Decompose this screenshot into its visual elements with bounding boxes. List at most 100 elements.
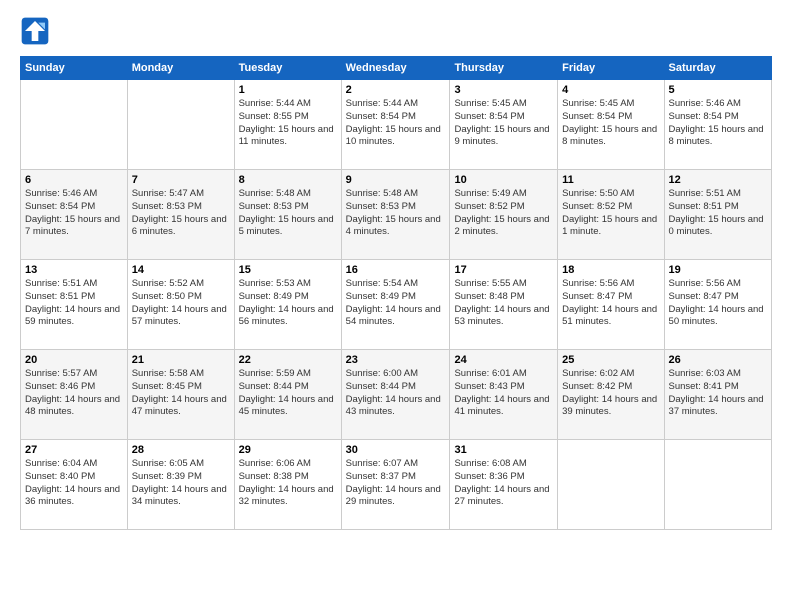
week-row-4: 20 Sunrise: 5:57 AMSunset: 8:46 PMDayligh… (21, 350, 772, 440)
header-day-friday: Friday (558, 57, 664, 80)
day-info: Sunrise: 5:52 AMSunset: 8:50 PMDaylight:… (132, 278, 230, 329)
day-cell: 3 Sunrise: 5:45 AMSunset: 8:54 PMDaylight… (450, 80, 558, 170)
day-info: Sunrise: 5:49 AMSunset: 8:52 PMDaylight:… (454, 188, 553, 239)
day-cell: 13Sunrise: 5:51 AMSunset: 8:51 PMDayligh… (21, 260, 128, 350)
week-row-3: 13Sunrise: 5:51 AMSunset: 8:51 PMDayligh… (21, 260, 772, 350)
day-number: 8 (239, 174, 337, 186)
day-info: Sunrise: 5:47 AMSunset: 8:53 PMDaylight:… (132, 188, 230, 239)
day-cell: 16Sunrise: 5:54 AMSunset: 8:49 PMDayligh… (341, 260, 450, 350)
day-cell: 28Sunrise: 6:05 AMSunset: 8:39 PMDayligh… (127, 440, 234, 530)
day-info: Sunrise: 5:46 AMSunset: 8:54 PMDaylight:… (669, 98, 767, 149)
day-info: Sunrise: 5:58 AMSunset: 8:45 PMDaylight:… (132, 368, 230, 419)
day-cell: 31 Sunrise: 6:08 AMSunset: 8:36 PMDayligh… (450, 440, 558, 530)
day-cell: 11Sunrise: 5:50 AMSunset: 8:52 PMDayligh… (558, 170, 664, 260)
day-number: 30 (346, 444, 446, 456)
header-day-monday: Monday (127, 57, 234, 80)
day-cell: 15 Sunrise: 5:53 AMSunset: 8:49 PMDayligh… (234, 260, 341, 350)
logo-icon (20, 16, 50, 46)
day-cell: 23Sunrise: 6:00 AMSunset: 8:44 PMDayligh… (341, 350, 450, 440)
day-cell: 7 Sunrise: 5:47 AMSunset: 8:53 PMDaylight… (127, 170, 234, 260)
day-number: 15 (239, 264, 337, 276)
day-cell: 18Sunrise: 5:56 AMSunset: 8:47 PMDayligh… (558, 260, 664, 350)
day-info: Sunrise: 6:04 AMSunset: 8:40 PMDaylight:… (25, 458, 123, 509)
header-day-wednesday: Wednesday (341, 57, 450, 80)
day-cell: 20 Sunrise: 5:57 AMSunset: 8:46 PMDayligh… (21, 350, 128, 440)
day-info: Sunrise: 6:07 AMSunset: 8:37 PMDaylight:… (346, 458, 446, 509)
day-number: 19 (669, 264, 767, 276)
day-cell: 9 Sunrise: 5:48 AMSunset: 8:53 PMDaylight… (341, 170, 450, 260)
day-info: Sunrise: 5:57 AMSunset: 8:46 PMDaylight:… (25, 368, 123, 419)
day-cell: 24 Sunrise: 6:01 AMSunset: 8:43 PMDayligh… (450, 350, 558, 440)
day-cell: 29 Sunrise: 6:06 AMSunset: 8:38 PMDayligh… (234, 440, 341, 530)
day-cell: 5Sunrise: 5:46 AMSunset: 8:54 PMDaylight… (664, 80, 771, 170)
day-cell: 17 Sunrise: 5:55 AMSunset: 8:48 PMDayligh… (450, 260, 558, 350)
week-row-5: 27 Sunrise: 6:04 AMSunset: 8:40 PMDayligh… (21, 440, 772, 530)
day-info: Sunrise: 5:56 AMSunset: 8:47 PMDaylight:… (669, 278, 767, 329)
day-number: 9 (346, 174, 446, 186)
calendar-table: SundayMondayTuesdayWednesdayThursdayFrid… (20, 56, 772, 530)
day-info: Sunrise: 5:48 AMSunset: 8:53 PMDaylight:… (239, 188, 337, 239)
day-number: 28 (132, 444, 230, 456)
day-number: 3 (454, 84, 553, 96)
day-info: Sunrise: 5:45 AMSunset: 8:54 PMDaylight:… (562, 98, 659, 149)
day-cell: 26 Sunrise: 6:03 AMSunset: 8:41 PMDayligh… (664, 350, 771, 440)
day-info: Sunrise: 5:55 AMSunset: 8:48 PMDaylight:… (454, 278, 553, 329)
day-info: Sunrise: 5:44 AMSunset: 8:55 PMDaylight:… (239, 98, 337, 149)
day-info: Sunrise: 6:08 AMSunset: 8:36 PMDaylight:… (454, 458, 553, 509)
day-number: 13 (25, 264, 123, 276)
day-cell: 19 Sunrise: 5:56 AMSunset: 8:47 PMDayligh… (664, 260, 771, 350)
day-info: Sunrise: 5:46 AMSunset: 8:54 PMDaylight:… (25, 188, 123, 239)
day-cell: 14 Sunrise: 5:52 AMSunset: 8:50 PMDayligh… (127, 260, 234, 350)
day-number: 12 (669, 174, 767, 186)
day-cell: 6 Sunrise: 5:46 AMSunset: 8:54 PMDaylight… (21, 170, 128, 260)
day-number: 24 (454, 354, 553, 366)
day-number: 20 (25, 354, 123, 366)
day-info: Sunrise: 5:45 AMSunset: 8:54 PMDaylight:… (454, 98, 553, 149)
day-info: Sunrise: 5:44 AMSunset: 8:54 PMDaylight:… (346, 98, 446, 149)
day-number: 29 (239, 444, 337, 456)
day-cell: 30 Sunrise: 6:07 AMSunset: 8:37 PMDayligh… (341, 440, 450, 530)
day-cell: 1 Sunrise: 5:44 AMSunset: 8:55 PMDaylight… (234, 80, 341, 170)
week-row-1: 1 Sunrise: 5:44 AMSunset: 8:55 PMDaylight… (21, 80, 772, 170)
header-day-sunday: Sunday (21, 57, 128, 80)
day-number: 21 (132, 354, 230, 366)
day-number: 26 (669, 354, 767, 366)
day-number: 4 (562, 84, 659, 96)
day-cell: 12 Sunrise: 5:51 AMSunset: 8:51 PMDayligh… (664, 170, 771, 260)
day-info: Sunrise: 6:06 AMSunset: 8:38 PMDaylight:… (239, 458, 337, 509)
day-info: Sunrise: 5:53 AMSunset: 8:49 PMDaylight:… (239, 278, 337, 329)
day-info: Sunrise: 6:02 AMSunset: 8:42 PMDaylight:… (562, 368, 659, 419)
day-number: 7 (132, 174, 230, 186)
header (20, 16, 772, 46)
day-cell: 27 Sunrise: 6:04 AMSunset: 8:40 PMDayligh… (21, 440, 128, 530)
day-info: Sunrise: 5:59 AMSunset: 8:44 PMDaylight:… (239, 368, 337, 419)
header-day-tuesday: Tuesday (234, 57, 341, 80)
calendar-body: 1 Sunrise: 5:44 AMSunset: 8:55 PMDaylight… (21, 80, 772, 530)
day-number: 27 (25, 444, 123, 456)
week-row-2: 6 Sunrise: 5:46 AMSunset: 8:54 PMDaylight… (21, 170, 772, 260)
day-info: Sunrise: 5:50 AMSunset: 8:52 PMDaylight:… (562, 188, 659, 239)
page: SundayMondayTuesdayWednesdayThursdayFrid… (0, 0, 792, 612)
day-info: Sunrise: 5:56 AMSunset: 8:47 PMDaylight:… (562, 278, 659, 329)
day-number: 31 (454, 444, 553, 456)
day-info: Sunrise: 5:48 AMSunset: 8:53 PMDaylight:… (346, 188, 446, 239)
header-day-thursday: Thursday (450, 57, 558, 80)
day-cell (558, 440, 664, 530)
day-info: Sunrise: 6:03 AMSunset: 8:41 PMDaylight:… (669, 368, 767, 419)
day-number: 16 (346, 264, 446, 276)
day-number: 1 (239, 84, 337, 96)
day-number: 6 (25, 174, 123, 186)
day-number: 14 (132, 264, 230, 276)
day-number: 17 (454, 264, 553, 276)
day-cell: 2 Sunrise: 5:44 AMSunset: 8:54 PMDaylight… (341, 80, 450, 170)
day-info: Sunrise: 5:51 AMSunset: 8:51 PMDaylight:… (669, 188, 767, 239)
day-cell (21, 80, 128, 170)
day-cell: 25Sunrise: 6:02 AMSunset: 8:42 PMDayligh… (558, 350, 664, 440)
day-number: 22 (239, 354, 337, 366)
calendar-header: SundayMondayTuesdayWednesdayThursdayFrid… (21, 57, 772, 80)
day-cell: 10Sunrise: 5:49 AMSunset: 8:52 PMDayligh… (450, 170, 558, 260)
day-info: Sunrise: 6:01 AMSunset: 8:43 PMDaylight:… (454, 368, 553, 419)
day-number: 2 (346, 84, 446, 96)
day-cell (127, 80, 234, 170)
day-cell: 8 Sunrise: 5:48 AMSunset: 8:53 PMDaylight… (234, 170, 341, 260)
